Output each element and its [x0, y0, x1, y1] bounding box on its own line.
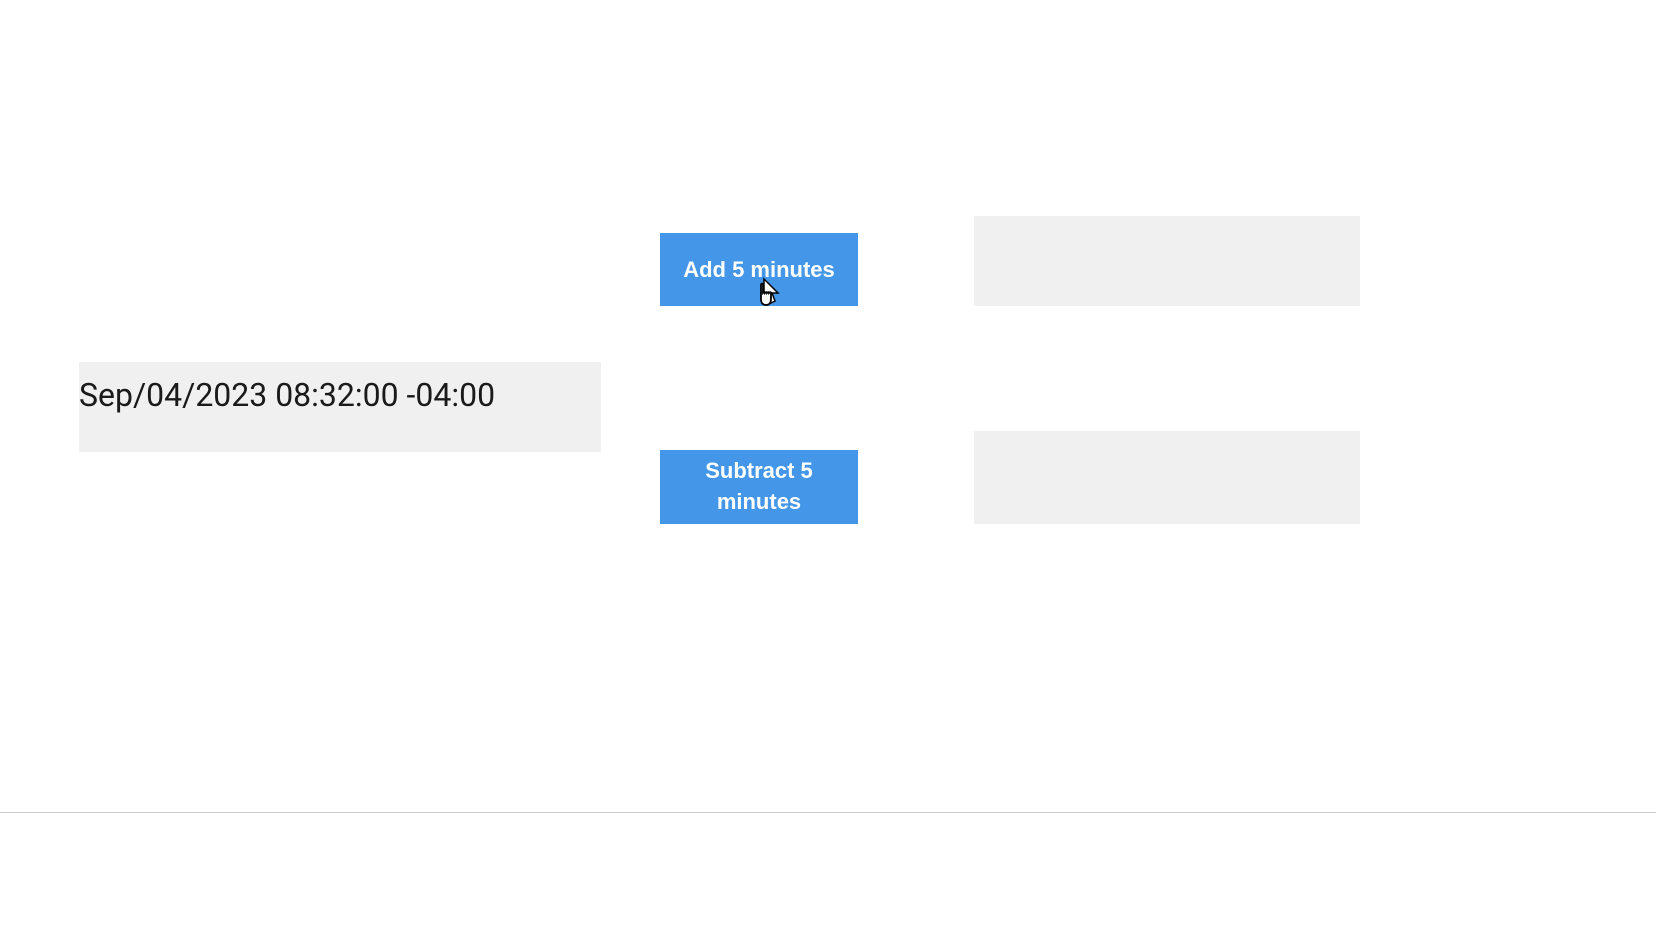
divider-line	[0, 812, 1656, 813]
datetime-display: Sep/04/2023 08:32:00 -04:00	[79, 362, 601, 452]
subtract-button-label: Subtract 5 minutes	[670, 456, 848, 518]
main-container: Sep/04/2023 08:32:00 -04:00 Add 5 minute…	[0, 0, 1656, 926]
output-box-1	[974, 216, 1360, 306]
subtract-minutes-button[interactable]: Subtract 5 minutes	[660, 450, 858, 524]
add-button-label: Add 5 minutes	[683, 257, 835, 283]
datetime-value: Sep/04/2023 08:32:00 -04:00	[79, 376, 495, 414]
add-minutes-button[interactable]: Add 5 minutes	[660, 233, 858, 306]
output-box-2	[974, 431, 1360, 524]
